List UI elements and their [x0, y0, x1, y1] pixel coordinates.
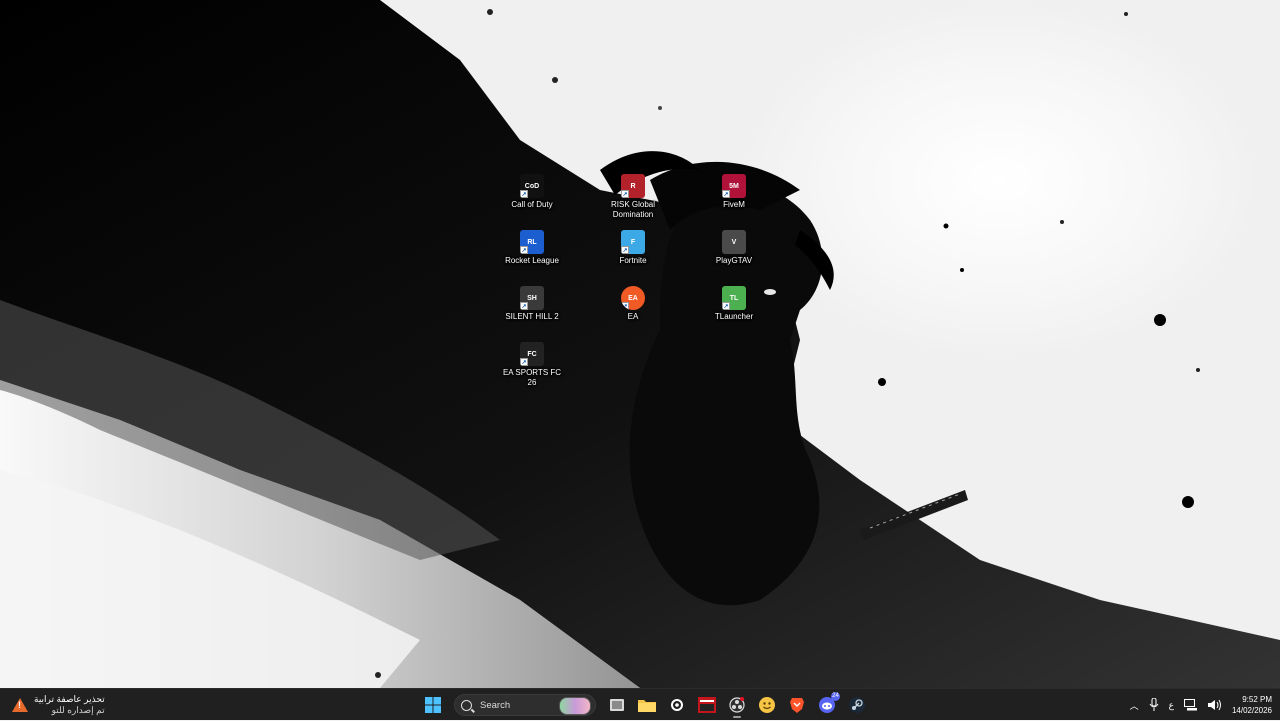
tlauncher-icon: TL ↗	[722, 286, 746, 310]
shortcut-arrow-icon: ↗	[722, 302, 730, 310]
desktop-shortcut-label: Rocket League	[505, 256, 559, 265]
desktop-shortcut-fivem[interactable]: 5M ↗ FiveM	[704, 174, 764, 210]
news-app-button[interactable]	[694, 692, 720, 718]
search-placeholder: Search	[480, 699, 511, 711]
call-of-duty-icon: CoD ↗	[520, 174, 544, 198]
warning-icon	[12, 698, 28, 712]
desktop-shortcut-label: SILENT HILL 2	[505, 312, 559, 321]
start-icon	[425, 697, 441, 713]
desktop-shortcut-rocket-league[interactable]: RL ↗ Rocket League	[502, 230, 562, 266]
system-tray: ︿ ع 9:52 PM 14/02/2026	[1130, 689, 1272, 721]
chevron-up-icon[interactable]: ︿	[1130, 699, 1139, 712]
taskbar: تحذير عاصفة ترابية تم إصداره للتو Search	[0, 688, 1280, 720]
weather-alert-subtitle: تم إصداره للتو	[51, 705, 105, 715]
brave-button[interactable]	[784, 692, 810, 718]
desktop-shortcut-label: EA	[627, 312, 639, 321]
shortcut-arrow-icon: ↗	[621, 302, 629, 310]
desktop-shortcut-label: TLauncher	[714, 312, 754, 321]
discord-button[interactable]: 24	[814, 692, 840, 718]
shortcut-arrow-icon: ↗	[621, 246, 629, 254]
file-explorer-icon	[638, 700, 656, 712]
desktop-shortcut-silent-hill-2[interactable]: SH ↗ SILENT HILL 2	[502, 286, 562, 322]
ea-icon: EA ↗	[621, 286, 645, 310]
fortnite-icon: F ↗	[621, 230, 645, 254]
emoji-app-icon	[759, 697, 775, 713]
shortcut-arrow-icon: ↗	[520, 358, 528, 366]
risk-icon: R ↗	[621, 174, 645, 198]
microphone-icon[interactable]	[1149, 698, 1159, 712]
weather-alert-title: تحذير عاصفة ترابية	[34, 694, 105, 704]
emoji-app-button[interactable]	[754, 692, 780, 718]
steelseries-button[interactable]	[664, 692, 690, 718]
rocket-league-icon: RL ↗	[520, 230, 544, 254]
file-explorer-button[interactable]	[634, 692, 660, 718]
steam-icon	[849, 697, 865, 713]
network-icon[interactable]	[1183, 699, 1198, 711]
clock-time: 9:52 PM	[1242, 695, 1272, 704]
desktop-shortcut-ea-sports-fc-26[interactable]: FC ↗ EA SPORTS FC 26	[502, 342, 562, 388]
shortcut-arrow-icon: ↗	[722, 190, 730, 198]
steam-button[interactable]	[844, 692, 870, 718]
desktop-shortcut-call-of-duty[interactable]: CoD ↗ Call of Duty	[502, 174, 562, 210]
shortcut-arrow-icon: ↗	[520, 190, 528, 198]
gta-icon: V	[722, 230, 746, 254]
desktop-shortcut-label: Call of Duty	[511, 200, 553, 209]
brave-icon	[790, 698, 804, 713]
obs-button[interactable]	[724, 692, 750, 718]
ea-sports-fc-icon: FC ↗	[520, 342, 544, 366]
news-app-icon	[698, 697, 716, 713]
fivem-icon: 5M ↗	[722, 174, 746, 198]
shortcut-arrow-icon: ↗	[520, 246, 528, 254]
search-icon	[461, 699, 472, 711]
desktop-shortcut-label: PlayGTAV	[715, 256, 753, 265]
wallpaper-art	[0, 0, 1280, 688]
clock[interactable]: 9:52 PM 14/02/2026	[1232, 694, 1272, 716]
shortcut-arrow-icon: ↗	[621, 190, 629, 198]
shortcut-arrow-icon: ↗	[520, 302, 528, 310]
search-input[interactable]: Search	[454, 694, 596, 716]
desktop-shortcut-fortnite[interactable]: F ↗ Fortnite	[603, 230, 663, 266]
discord-notification-badge: 24	[831, 692, 840, 701]
desktop-shortcut-ea[interactable]: EA ↗ EA	[603, 286, 663, 322]
steelseries-icon	[671, 699, 683, 711]
desktop-shortcut-risk[interactable]: R ↗ RISK Global Domination	[603, 174, 663, 220]
desktop-shortcut-label: RISK Global Domination	[610, 200, 656, 219]
taskbar-center: Search 24	[420, 691, 870, 719]
desktop-shortcut-label: FiveM	[723, 200, 745, 209]
input-language-indicator[interactable]: ع	[1169, 700, 1174, 711]
desktop-shortcut-tlauncher[interactable]: TL ↗ TLauncher	[704, 286, 764, 322]
clock-date: 14/02/2026	[1231, 706, 1272, 715]
desktop-shortcut-label: EA SPORTS FC 26	[502, 368, 562, 387]
weather-widget[interactable]: تحذير عاصفة ترابية تم إصداره للتو	[12, 693, 105, 717]
silent-hill-icon: SH ↗	[520, 286, 544, 310]
search-highlight-icon	[559, 697, 591, 715]
task-view-icon	[610, 699, 624, 711]
desktop-shortcut-playgtav[interactable]: V PlayGTAV	[704, 230, 764, 266]
volume-icon[interactable]	[1207, 699, 1222, 711]
desktop-shortcut-label: Fortnite	[619, 256, 647, 265]
start-button[interactable]	[420, 692, 446, 718]
task-view-button[interactable]	[604, 692, 630, 718]
obs-icon	[729, 697, 745, 713]
desktop-wallpaper	[0, 0, 1280, 688]
